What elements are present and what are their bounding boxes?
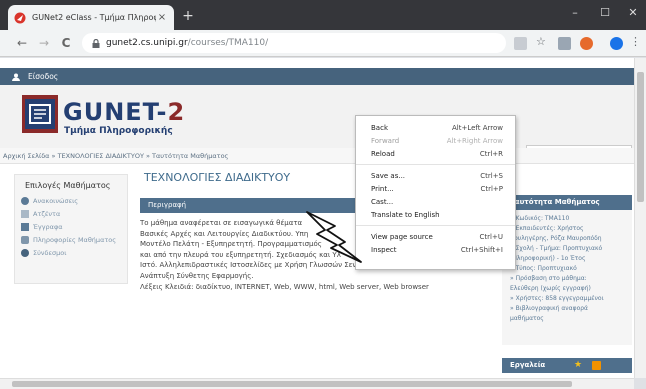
user-bar: Είσοδος	[0, 68, 634, 85]
menu-item-label: Translate to English	[371, 210, 440, 219]
logo-subtitle: Τμήμα Πληροφορικής	[64, 126, 173, 136]
tab-title: GUNet2 eClass - Τμήμα Πληροφο	[32, 13, 156, 22]
description-line: Ανάπτυξη Σύνθετης Εφαρμογής.	[140, 271, 254, 280]
course-identity-line: » Πρόσβαση στο μάθημα:	[510, 275, 587, 282]
new-tab-button[interactable]: +	[180, 8, 196, 24]
url-path: /courses/TMA110/	[187, 38, 269, 48]
forward-button[interactable]: →	[36, 35, 52, 51]
description-line: Λέξεις Κλειδιά: διαδίκτυο, INTERNET, Web…	[140, 282, 429, 291]
menu-item-shortcut: Alt+Right Arrow	[446, 136, 503, 145]
tab-close-icon[interactable]: ×	[156, 12, 168, 23]
course-identity-line: » Τύπος: Προπτυχιακό	[510, 265, 577, 272]
menu-item-label: Reload	[371, 149, 395, 158]
rss-icon[interactable]	[592, 361, 601, 370]
browser-tab-bar: GUNet2 eClass - Τμήμα Πληροφο × + – ☐ ✕	[0, 0, 646, 30]
context-menu-item-print[interactable]: Print... Ctrl+P	[356, 182, 515, 195]
context-menu-item-forward[interactable]: Forward Alt+Right Arrow	[356, 134, 515, 147]
user-icon	[12, 73, 20, 81]
course-identity-list: » Κωδικός: TMA110 » Εκπαιδευτές: Χρήστος Δ…	[502, 210, 632, 324]
gunet-logo-icon	[22, 95, 58, 133]
menu-separator	[356, 225, 515, 226]
site-header: GUNET-2 Τμήμα Πληροφορικής	[0, 85, 634, 159]
address-bar[interactable]: gunet2.cs.unipi.gr/courses/TMA110/	[82, 33, 506, 53]
course-identity-line: » Χρήστες: 858 εγγεγραμμένοι	[510, 295, 604, 302]
tools-header: Εργαλεία ★	[502, 358, 632, 373]
sidebar-item-agenda[interactable]: Ατζέντα	[15, 207, 127, 220]
context-menu-item-reload[interactable]: Reload Ctrl+R	[356, 147, 515, 160]
lock-icon	[92, 38, 100, 48]
vertical-scrollbar[interactable]	[634, 58, 646, 378]
breadcrumb[interactable]: Αρχική Σελίδα » ΤΕΧΝΟΛΟΓΙΕΣ ΔΙΑΔΙΚΤΥΟΥ »…	[0, 148, 634, 164]
announcements-icon	[21, 196, 29, 205]
reload-button[interactable]: C	[58, 35, 74, 51]
menu-item-shortcut: Ctrl+P	[480, 184, 503, 193]
sidebar-item-links[interactable]: Σύνδεσμοι	[15, 246, 127, 259]
star-icon[interactable]: ★	[574, 361, 582, 370]
profile-icon[interactable]	[610, 37, 623, 50]
course-identity-line: μαθήματος	[510, 315, 544, 322]
course-identity-line: Δουληγέρης, Ρόζα Μαυροπόδη	[510, 235, 602, 242]
browser-tab[interactable]: GUNet2 eClass - Τμήμα Πληροφο ×	[8, 5, 174, 30]
extension-icon[interactable]	[558, 37, 571, 50]
course-identity-line: (Πληροφορική) - 1ο Έτος	[510, 255, 586, 262]
context-menu-item-save-as[interactable]: Save as... Ctrl+S	[356, 169, 515, 182]
course-identity-line: » Κωδικός: TMA110	[510, 215, 570, 222]
calendar-icon	[21, 209, 29, 218]
horizontal-scrollbar[interactable]	[0, 378, 634, 389]
menu-item-label: Save as...	[371, 171, 406, 180]
url-host: gunet2.cs.unipi.gr	[106, 38, 188, 48]
sidebar-item-course-info[interactable]: Πληροφορίες Μαθήματος	[15, 233, 127, 246]
translate-icon[interactable]	[514, 37, 527, 50]
menu-item-shortcut: Ctrl+U	[479, 232, 503, 241]
menu-icon[interactable]: ⋮	[630, 35, 641, 48]
extension-icon[interactable]	[580, 37, 593, 50]
menu-item-label: Print...	[371, 184, 394, 193]
course-identity-line: Ελεύθερη (χωρίς εγγραφή)	[510, 285, 591, 292]
info-icon	[21, 235, 29, 244]
context-menu-item-translate-to-english[interactable]: Translate to English	[356, 208, 515, 221]
menu-item-label: Cast...	[371, 197, 394, 206]
context-menu: Back Alt+Left Arrow Forward Alt+Right Arrow…	[355, 115, 516, 270]
course-options-title: Επιλογές Μαθήματος	[25, 181, 111, 190]
course-options-panel: Επιλογές Μαθήματος Ανακοινώσεις Ατζέντα …	[14, 174, 128, 284]
mouse-cursor-icon	[306, 211, 362, 263]
course-identity-header: Ταυτότητα Μαθήματος	[502, 195, 632, 210]
menu-item-shortcut: Ctrl+R	[479, 149, 503, 158]
course-identity-line: » Εκπαιδευτές: Χρήστος	[510, 225, 584, 232]
menu-item-shortcut: Ctrl+Shift+I	[460, 245, 503, 254]
course-identity-line: » Σχολή - Τμήμα: Προπτυχιακό	[510, 245, 603, 252]
context-menu-item-cast[interactable]: Cast...	[356, 195, 515, 208]
context-menu-item-view-page-source[interactable]: View page source Ctrl+U	[356, 230, 515, 243]
menu-item-shortcut: Ctrl+S	[480, 171, 503, 180]
course-title: ΤΕΧΝΟΛΟΓΙΕΣ ΔΙΑΔΙΚΤΥΟΥ	[144, 171, 291, 184]
folder-icon	[21, 222, 29, 231]
maximize-button[interactable]: ☐	[596, 6, 614, 19]
context-menu-item-back[interactable]: Back Alt+Left Arrow	[356, 121, 515, 134]
star-icon[interactable]: ☆	[536, 35, 549, 48]
globe-icon	[21, 248, 29, 257]
back-button[interactable]: ←	[14, 35, 30, 51]
close-window-button[interactable]: ✕	[624, 6, 642, 19]
course-identity-panel: Ταυτότητα Μαθήματος » Κωδικός: TMA110 » Ε…	[502, 195, 632, 345]
menu-item-label: Forward	[371, 136, 400, 145]
logo-text[interactable]: GUNET-2	[63, 98, 185, 126]
menu-item-label: Back	[371, 123, 388, 132]
context-menu-item-inspect[interactable]: Inspect Ctrl+Shift+I	[356, 243, 515, 256]
course-identity-line: » Βιβλιογραφική αναφορά	[510, 305, 589, 312]
browser-toolbar: ← → C gunet2.cs.unipi.gr/courses/TMA110/…	[0, 30, 646, 57]
minimize-button[interactable]: –	[566, 6, 584, 19]
menu-item-label: View page source	[371, 232, 433, 241]
login-link[interactable]: Είσοδος	[28, 72, 58, 81]
menu-separator	[356, 164, 515, 165]
chrome-favicon	[14, 12, 26, 24]
sidebar-item-announcements[interactable]: Ανακοινώσεις	[15, 194, 127, 207]
menu-item-shortcut: Alt+Left Arrow	[451, 123, 503, 132]
sidebar-item-documents[interactable]: Έγγραφα	[15, 220, 127, 233]
